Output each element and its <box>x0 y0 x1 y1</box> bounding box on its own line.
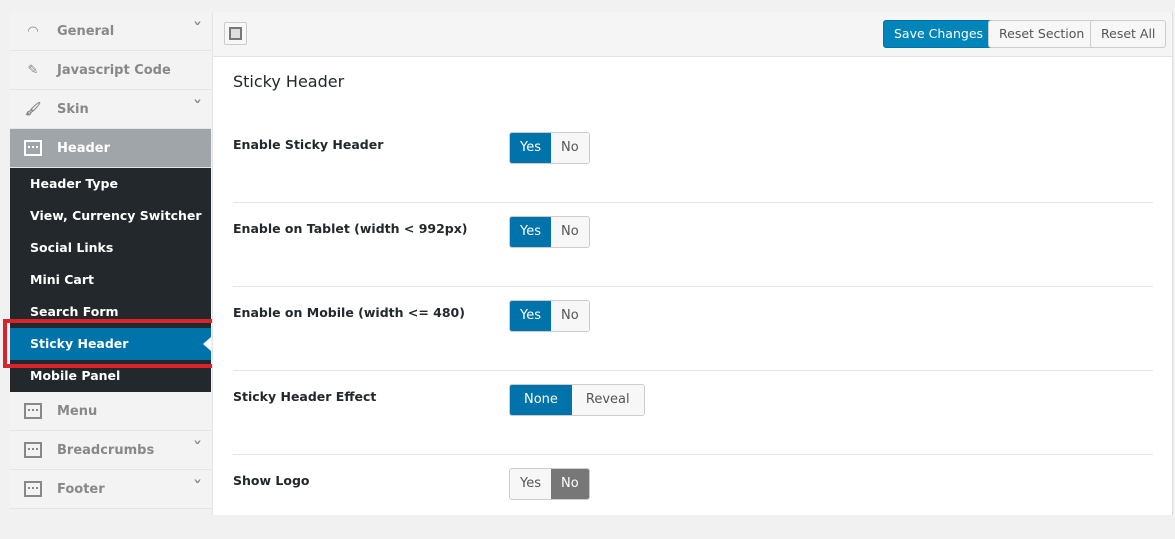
sidebar-item-label: Footer <box>57 481 105 497</box>
option-row: Sticky Header Effect None Reveal <box>233 371 1153 455</box>
dashboard-icon: ◠ <box>28 23 38 39</box>
chevron-down-icon[interactable]: ˅ <box>193 479 203 495</box>
option-row: Show Logo Yes No <box>233 455 1153 539</box>
layout-icon <box>23 402 43 420</box>
layout-icon <box>23 480 43 498</box>
reset-all-button[interactable]: Reset All <box>1090 20 1167 48</box>
reset-section-button[interactable]: Reset Section <box>988 20 1096 48</box>
option-yes-button[interactable]: Yes <box>510 469 551 499</box>
save-changes-button[interactable]: Save Changes <box>883 20 995 48</box>
sidebar-item-label: Skin <box>57 101 89 117</box>
toggle-group: Yes No <box>509 216 590 248</box>
option-reveal-button[interactable]: Reveal <box>571 385 644 415</box>
main-panel: Save Changes Reset Section Reset All Sti… <box>212 12 1173 515</box>
option-label: Enable on Tablet (width < 992px) <box>233 221 468 236</box>
sidebar-item-label: Breadcrumbs <box>57 442 155 458</box>
option-yes-button[interactable]: Yes <box>510 301 551 331</box>
layout-icon <box>23 139 43 157</box>
sidebar-item-general[interactable]: ◠ General ˅ <box>10 12 211 51</box>
chevron-down-icon[interactable]: ˅ <box>193 99 203 115</box>
option-no-button[interactable]: No <box>551 217 589 247</box>
option-label: Enable Sticky Header <box>233 137 384 152</box>
submenu-item-social-links[interactable]: Social Links <box>10 232 211 264</box>
layout-toggle-button[interactable] <box>224 22 247 45</box>
option-row: Enable on Tablet (width < 992px) Yes No <box>233 203 1153 287</box>
sidebar: ◠ General ˅ ✎ Javascript Code 🖌 Skin ˅ Header… <box>10 12 211 509</box>
sidebar-item-label: Header <box>57 140 111 156</box>
option-no-button[interactable]: No <box>551 133 589 163</box>
option-no-button[interactable]: No <box>551 301 589 331</box>
option-label: Show Logo <box>233 473 310 488</box>
submenu-item-header-type[interactable]: Header Type <box>10 168 211 200</box>
toolbar: Save Changes Reset Section Reset All <box>213 12 1172 57</box>
edit-icon: ✎ <box>27 62 39 78</box>
sidebar-item-breadcrumbs[interactable]: Breadcrumbs ˅ <box>10 431 211 470</box>
option-no-button[interactable]: No <box>551 469 589 499</box>
option-row: Enable on Mobile (width <= 480) Yes No <box>233 287 1153 371</box>
sidebar-item-label: General <box>57 23 115 39</box>
option-row: Enable Sticky Header Yes No <box>233 119 1153 203</box>
brush-icon: 🖌 <box>24 101 42 117</box>
sidebar-item-header[interactable]: Header <box>10 129 211 168</box>
sidebar-item-javascript-code[interactable]: ✎ Javascript Code <box>10 51 211 90</box>
chevron-down-icon[interactable]: ˅ <box>193 21 203 37</box>
option-yes-button[interactable]: Yes <box>510 217 551 247</box>
sidebar-item-menu[interactable]: Menu <box>10 392 211 431</box>
highlight-box <box>3 319 219 368</box>
page-title: Sticky Header <box>233 72 345 91</box>
option-label: Enable on Mobile (width <= 480) <box>233 305 465 320</box>
toggle-group: None Reveal <box>509 384 645 416</box>
layout-icon <box>23 441 43 459</box>
layout-icon <box>229 27 242 40</box>
toggle-group: Yes No <box>509 468 590 500</box>
option-label: Sticky Header Effect <box>233 389 377 404</box>
option-yes-button[interactable]: Yes <box>510 133 551 163</box>
chevron-down-icon[interactable]: ˅ <box>193 440 203 456</box>
toggle-group: Yes No <box>509 300 590 332</box>
submenu-item-currency-switcher[interactable]: View, Currency Switcher <box>10 200 211 232</box>
sidebar-item-skin[interactable]: 🖌 Skin ˅ <box>10 90 211 129</box>
submenu-item-mini-cart[interactable]: Mini Cart <box>10 264 211 296</box>
sidebar-item-label: Javascript Code <box>57 62 171 78</box>
sidebar-item-label: Menu <box>57 403 98 419</box>
toggle-group: Yes No <box>509 132 590 164</box>
sidebar-item-footer[interactable]: Footer ˅ <box>10 470 211 509</box>
option-none-button[interactable]: None <box>510 385 572 415</box>
